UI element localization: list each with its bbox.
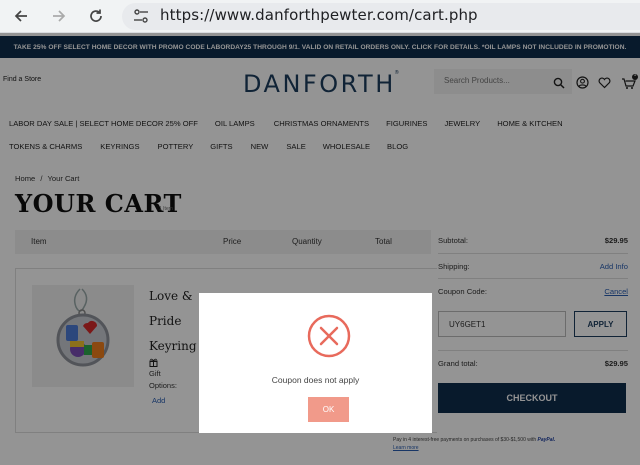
back-icon[interactable] <box>10 5 32 27</box>
reload-icon[interactable] <box>85 5 107 27</box>
forward-icon[interactable] <box>48 5 70 27</box>
error-x-icon <box>307 314 351 358</box>
dialog-message: Coupon does not apply <box>271 375 360 385</box>
dialog-ok-button[interactable]: OK <box>308 397 349 422</box>
coupon-error-dialog: Coupon does not apply OK <box>199 293 432 433</box>
url-text[interactable]: https://www.danforthpewter.com/cart.php <box>160 6 478 24</box>
browser-toolbar: https://www.danforthpewter.com/cart.php <box>0 0 640 33</box>
site-info-icon[interactable] <box>132 7 150 25</box>
